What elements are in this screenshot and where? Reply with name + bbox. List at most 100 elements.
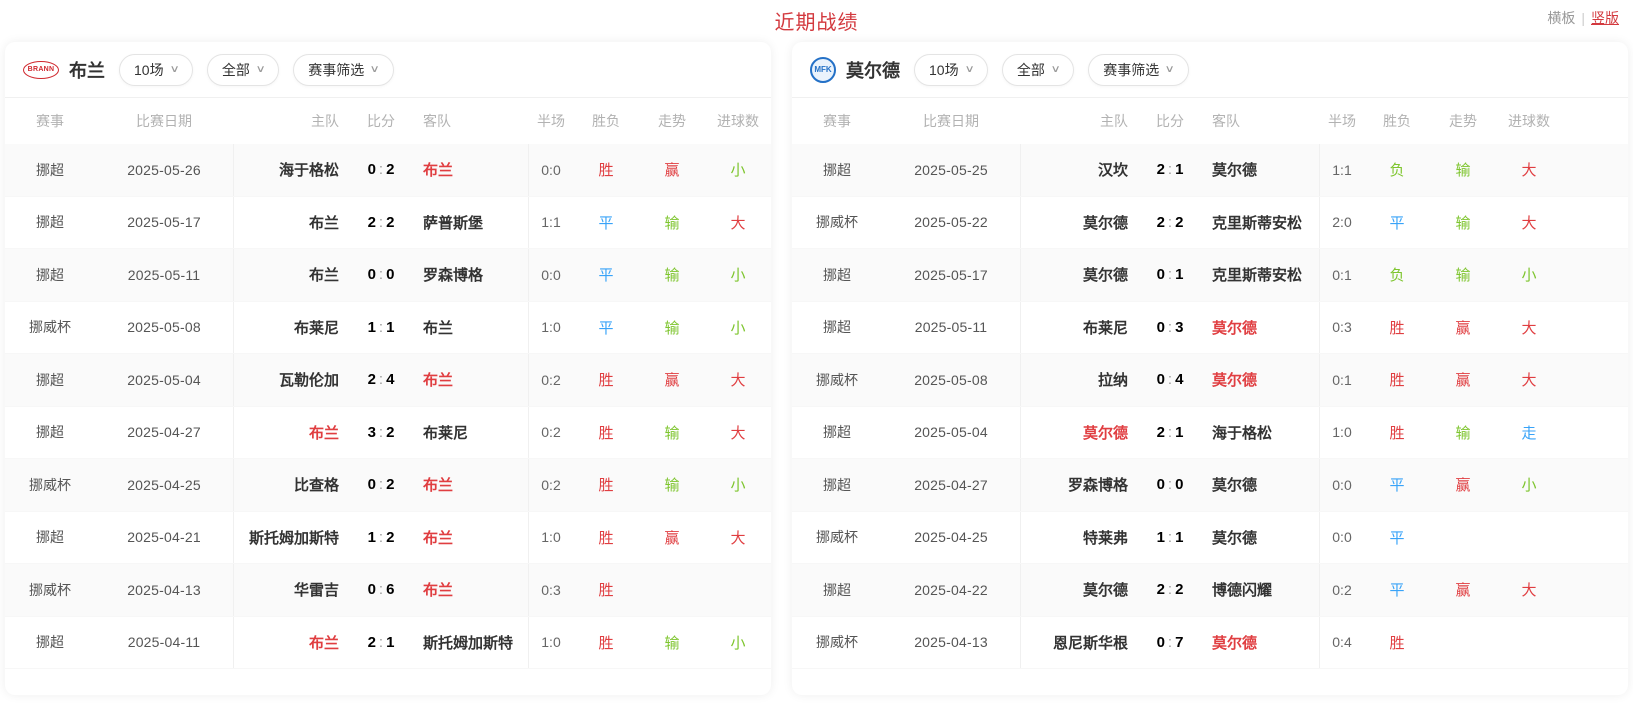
venue-filter-label: 全部	[1017, 60, 1045, 80]
score-cell: 1:2	[349, 529, 413, 546]
competition-filter-dropdown[interactable]: 赛事筛选∨	[1088, 54, 1188, 86]
match-count-label: 10场	[929, 60, 959, 80]
table-row[interactable]: 挪威杯2025-05-08拉纳0:4莫尔德0:1胜赢大	[792, 354, 1628, 407]
table-row[interactable]: 挪超2025-05-17莫尔德0:1克里斯蒂安松0:1负输小	[792, 249, 1628, 302]
league-cell: 挪威杯	[5, 475, 95, 495]
top-bar: 近期战绩 横板|竖版	[0, 0, 1633, 40]
table-row[interactable]: 挪超2025-05-25汉坎2:1莫尔德1:1负输大	[792, 144, 1628, 197]
trend-cell: 赢	[1430, 579, 1496, 600]
away-team: 克里斯蒂安松	[1202, 264, 1319, 285]
match-count-dropdown[interactable]: 10场∨	[119, 54, 193, 86]
table-row[interactable]: 挪超2025-05-11布兰0:0罗森博格0:0平输小	[5, 249, 771, 302]
goals-cell: 小	[705, 159, 771, 180]
date-cell: 2025-05-11	[882, 319, 1020, 335]
table-row[interactable]: 挪威杯2025-04-13恩尼斯华根0:7莫尔德0:4胜	[792, 617, 1628, 670]
competition-filter-dropdown[interactable]: 赛事筛选∨	[293, 54, 393, 86]
date-cell: 2025-04-22	[882, 582, 1020, 598]
half-score-cell: 1:1	[1320, 162, 1364, 178]
header-result: 胜负	[1364, 111, 1430, 131]
trend-cell: 输	[639, 632, 705, 653]
trend-cell: 赢	[1430, 474, 1496, 495]
layout-vertical-link[interactable]: 竖版	[1591, 10, 1619, 26]
score-colon: :	[376, 161, 386, 178]
header-match-group: 主队 比分 客队	[1020, 111, 1320, 131]
result-cell: 胜	[573, 474, 639, 495]
header-away: 客队	[413, 111, 529, 131]
home-team: 布兰	[234, 422, 349, 443]
header-home: 主队	[1020, 111, 1138, 131]
header-half: 半场	[529, 111, 573, 131]
table-row[interactable]: 挪超2025-05-04瓦勒伦加2:4布兰0:2胜赢大	[5, 354, 771, 407]
match-cell: 恩尼斯华根0:7莫尔德	[1020, 617, 1320, 669]
score-colon: :	[376, 214, 386, 231]
table-row[interactable]: 挪超2025-04-27布兰3:2布莱尼0:2胜输大	[5, 407, 771, 460]
match-cell: 特莱弗1:1莫尔德	[1020, 512, 1320, 564]
score-colon: :	[376, 371, 386, 388]
table-row[interactable]: 挪超2025-05-26海于格松0:2布兰0:0胜赢小	[5, 144, 771, 197]
away-team: 布莱尼	[413, 422, 528, 443]
league-cell: 挪超	[792, 422, 882, 442]
results-table-body: 挪超2025-05-25汉坎2:1莫尔德1:1负输大挪威杯2025-05-22莫…	[792, 144, 1628, 669]
date-cell: 2025-05-04	[882, 424, 1020, 440]
home-score: 2	[1157, 214, 1165, 231]
score-colon: :	[1165, 581, 1175, 598]
score-colon: :	[1165, 634, 1175, 651]
date-cell: 2025-05-17	[882, 267, 1020, 283]
half-score-cell: 0:4	[1320, 634, 1364, 650]
chevron-down-icon: ∨	[1050, 64, 1060, 75]
table-row[interactable]: 挪超2025-04-27罗森博格0:0莫尔德0:0平赢小	[792, 459, 1628, 512]
venue-filter-dropdown[interactable]: 全部 ∨	[1002, 54, 1074, 86]
layout-horizontal-link[interactable]: 横板	[1547, 10, 1575, 26]
away-score: 2	[1175, 214, 1183, 231]
header-result: 胜负	[573, 111, 639, 131]
half-score-cell: 0:2	[529, 372, 573, 388]
league-cell: 挪威杯	[792, 370, 882, 390]
venue-filter-dropdown[interactable]: 全部∨	[207, 54, 279, 86]
table-header-row: 赛事 比赛日期 主队 比分 客队 半场 胜负 走势 进球数	[5, 98, 771, 144]
table-row[interactable]: 挪超2025-04-22莫尔德2:2博德闪耀0:2平赢大	[792, 564, 1628, 617]
table-row[interactable]: 挪超2025-04-21斯托姆加斯特1:2布兰1:0胜赢大	[5, 512, 771, 565]
score-cell: 2:2	[349, 214, 413, 231]
away-team: 萨普斯堡	[413, 212, 528, 233]
home-score: 0	[1157, 634, 1165, 651]
trend-cell: 输	[639, 422, 705, 443]
league-cell: 挪超	[5, 370, 95, 390]
goals-cell: 小	[705, 474, 771, 495]
score-colon: :	[376, 529, 386, 546]
table-row[interactable]: 挪威杯2025-04-13华雷吉0:6布兰0:3胜	[5, 564, 771, 617]
date-cell: 2025-04-25	[882, 529, 1020, 545]
goals-cell: 大	[1496, 579, 1562, 600]
match-count-dropdown[interactable]: 10场∨	[914, 54, 988, 86]
away-score: 2	[386, 424, 394, 441]
score-colon: :	[1165, 161, 1175, 178]
home-team: 汉坎	[1021, 159, 1138, 180]
trend-cell: 输	[639, 474, 705, 495]
score-cell: 0:0	[1138, 476, 1202, 493]
table-row[interactable]: 挪威杯2025-04-25比查格0:2布兰0:2胜输小	[5, 459, 771, 512]
table-row[interactable]: 挪威杯2025-04-25特莱弗1:1莫尔德0:0平	[792, 512, 1628, 565]
table-row[interactable]: 挪超2025-05-11布莱尼0:3莫尔德0:3胜赢大	[792, 302, 1628, 355]
header-league: 赛事	[792, 111, 882, 131]
result-cell: 胜	[573, 369, 639, 390]
match-cell: 莫尔德2:2博德闪耀	[1020, 564, 1320, 616]
match-cell: 布兰3:2布莱尼	[233, 407, 529, 459]
table-row[interactable]: 挪超2025-05-04莫尔德2:1海于格松1:0胜输走	[792, 407, 1628, 460]
date-cell: 2025-05-08	[95, 319, 233, 335]
goals-cell: 小	[1496, 264, 1562, 285]
header-trend: 走势	[1430, 111, 1496, 131]
home-team: 莫尔德	[1021, 264, 1138, 285]
table-row[interactable]: 挪超2025-05-17布兰2:2萨普斯堡1:1平输大	[5, 197, 771, 250]
score-cell: 0:6	[349, 581, 413, 598]
header-score: 比分	[1138, 111, 1202, 131]
table-row[interactable]: 挪超2025-04-11布兰2:1斯托姆加斯特1:0胜输小	[5, 617, 771, 670]
league-cell: 挪超	[5, 212, 95, 232]
away-team: 罗森博格	[413, 264, 528, 285]
trend-cell: 赢	[639, 527, 705, 548]
table-row[interactable]: 挪威杯2025-05-08布莱尼1:1布兰1:0平输小	[5, 302, 771, 355]
result-cell: 负	[1364, 264, 1430, 285]
match-cell: 海于格松0:2布兰	[233, 144, 529, 196]
trend-cell: 输	[639, 317, 705, 338]
date-cell: 2025-05-17	[95, 214, 233, 230]
half-score-cell: 0:3	[1320, 319, 1364, 335]
table-row[interactable]: 挪威杯2025-05-22莫尔德2:2克里斯蒂安松2:0平输大	[792, 197, 1628, 250]
